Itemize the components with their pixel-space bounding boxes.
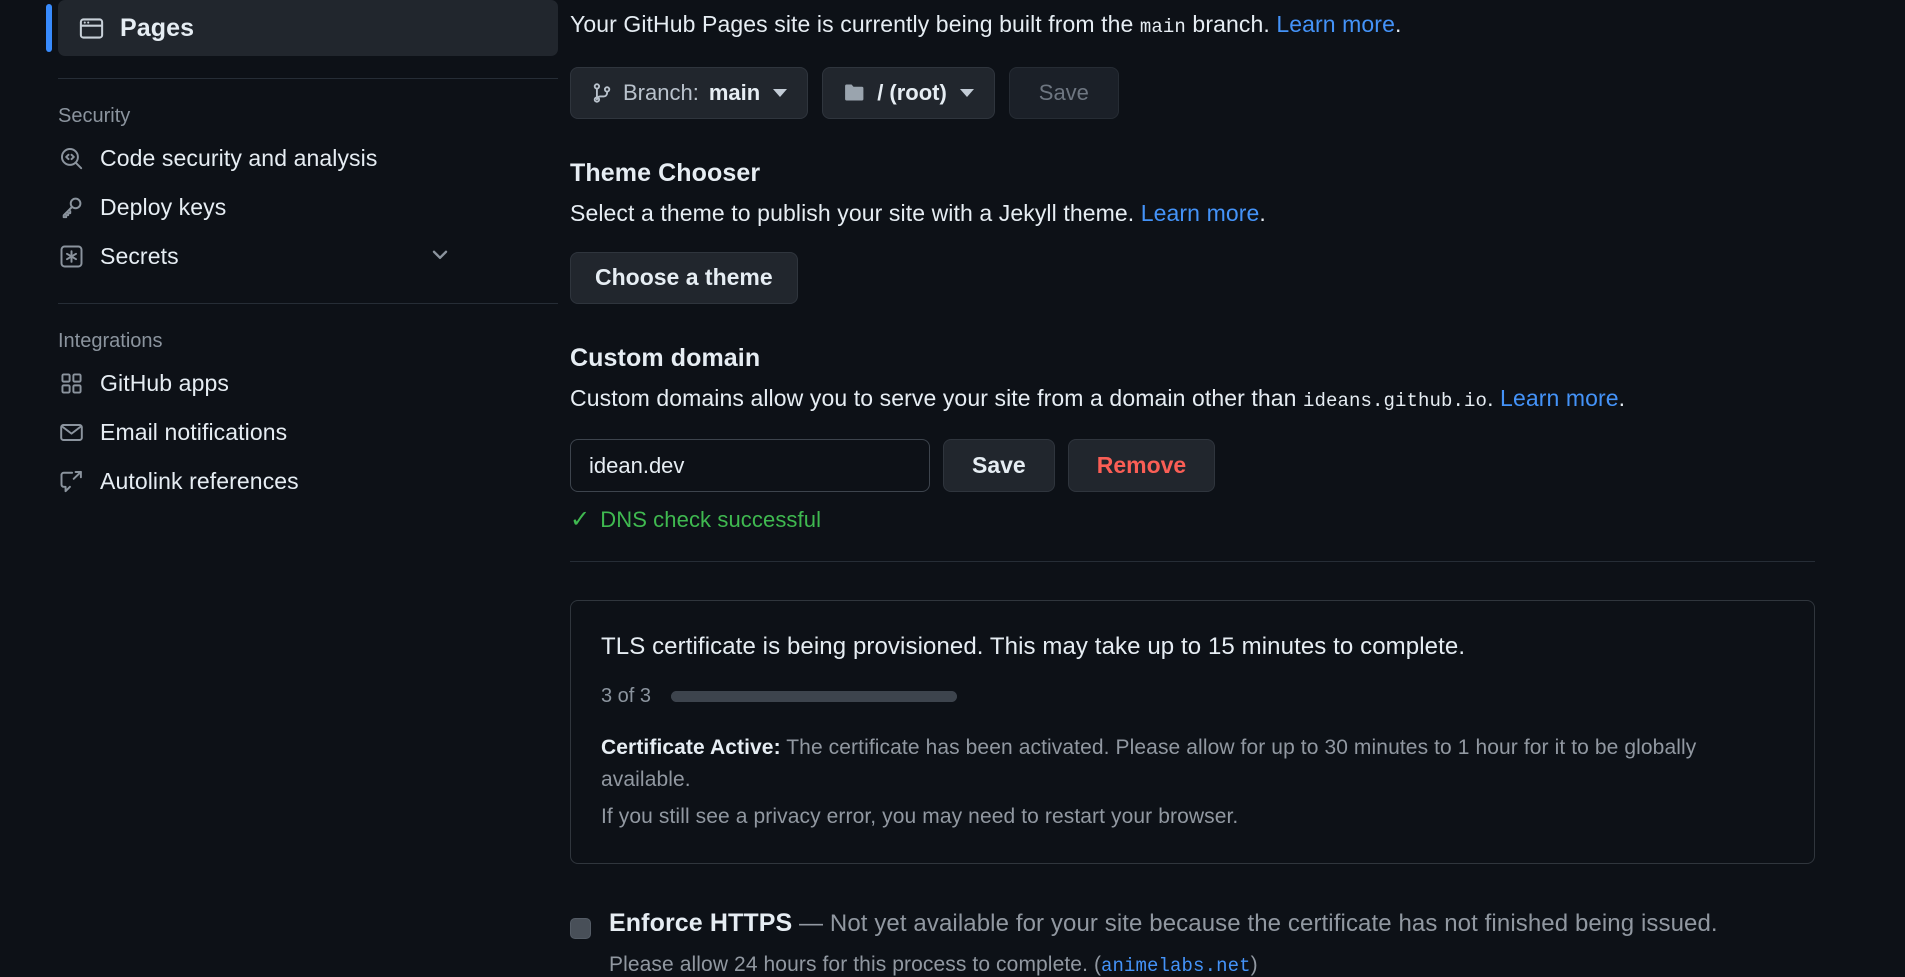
custom-domain-title: Custom domain [570, 343, 761, 372]
content-divider [570, 561, 1815, 563]
source-save-button[interactable]: Save [1008, 66, 1119, 119]
build-status-suffix: branch. [1185, 11, 1277, 37]
key-icon [58, 195, 84, 221]
enforce-https-section: Enforce HTTPS — Not yet available for yo… [570, 909, 1815, 977]
folder-select-button[interactable]: / (root) [822, 66, 995, 119]
pages-settings-main: Your GitHub Pages site is currently bein… [570, 0, 1905, 977]
dns-check-status: ✓ DNS check successful [570, 507, 1815, 533]
chevron-down-icon [959, 88, 974, 97]
certificate-headline: TLS certificate is being provisioned. Th… [601, 633, 1466, 661]
sidebar-item-label: Pages [120, 13, 195, 42]
code-scan-icon [58, 146, 84, 172]
sidebar-item-label: Code security and analysis [100, 145, 378, 171]
progress-bar-fill [671, 691, 958, 703]
custom-domain-section: Custom domain Custom domains allow you t… [570, 344, 1815, 534]
apps-grid-icon [58, 371, 84, 397]
external-link-icon [58, 469, 84, 495]
https-line1-after: ) [1250, 952, 1258, 976]
tls-certificate-panel: TLS certificate is being provisioned. Th… [570, 600, 1815, 864]
git-branch-icon [591, 82, 613, 104]
certificate-active-note: Certificate Active: The certificate has … [601, 732, 1784, 795]
theme-chooser-description: Select a theme to publish your site with… [570, 197, 1815, 230]
sidebar-item-github-apps[interactable]: GitHub apps [0, 359, 570, 408]
sidebar-item-label: GitHub apps [100, 370, 229, 396]
sidebar-item-label: Secrets [100, 243, 179, 269]
sidebar-item-code-security-and-analysis[interactable]: Code security and analysis [0, 134, 570, 183]
custom-domain-desc-text: Custom domains allow you to serve your s… [570, 384, 1304, 411]
build-status-period: . [1394, 11, 1402, 37]
check-icon: ✓ [570, 506, 591, 534]
theme-chooser-period: . [1259, 199, 1266, 226]
progress-count-label: 3 of 3 [601, 685, 652, 708]
custom-domain-remove-button[interactable]: Remove [1067, 439, 1216, 493]
default-domain-code: ideans.github.io [1303, 389, 1488, 412]
active-indicator-bar [46, 4, 52, 52]
asterisk-box-icon [58, 244, 84, 270]
certificate-progress-row: 3 of 3 [601, 685, 1784, 708]
build-branch-code: main [1139, 16, 1186, 38]
custom-domain-input[interactable] [570, 439, 930, 493]
certificate-restart-note: If you still see a privacy error, you ma… [601, 805, 1239, 829]
enforce-https-domain-link[interactable]: animelabs.net [1101, 955, 1251, 977]
settings-sidebar: Pages Security Code security and analysi… [0, 0, 570, 977]
theme-chooser-title: Theme Chooser [570, 158, 761, 187]
choose-a-theme-button[interactable]: Choose a theme [570, 251, 798, 304]
sidebar-section-title-security: Security [58, 105, 131, 127]
sidebar-item-label: Autolink references [100, 468, 299, 494]
enforce-https-dash-note: — Not yet available for your site becaus… [792, 909, 1718, 937]
custom-domain-desc-mid: . [1487, 384, 1501, 411]
github-pages-settings-page: Pages Security Code security and analysi… [0, 0, 1905, 977]
sidebar-item-label: Email notifications [100, 419, 288, 445]
sidebar-item-label: Deploy keys [100, 194, 227, 220]
build-status-learn-more-link[interactable]: Learn more [1276, 11, 1395, 37]
branch-select-button[interactable]: Branch: main [570, 66, 809, 119]
theme-chooser-section: Theme Chooser Select a theme to publish … [570, 159, 1815, 304]
chevron-down-icon [773, 88, 788, 97]
progress-bar-track [671, 691, 958, 703]
sidebar-section-title-integrations: Integrations [58, 330, 163, 352]
custom-domain-period: . [1618, 384, 1626, 411]
sidebar-item-secrets[interactable]: Secrets [0, 232, 570, 281]
enforce-https-label: Enforce HTTPS [609, 908, 793, 937]
theme-chooser-learn-more-link[interactable]: Learn more [1141, 200, 1260, 226]
certificate-active-label: Certificate Active: [601, 736, 781, 760]
source-controls-row: Branch: main / (root) Save [570, 66, 1815, 119]
build-status-text: Your GitHub Pages site is currently bein… [570, 0, 1815, 42]
browser-window-icon [78, 15, 104, 41]
enforce-https-checkbox[interactable] [570, 917, 591, 939]
dns-check-label: DNS check successful [600, 507, 822, 533]
branch-value-label: main [708, 79, 761, 105]
sidebar-item-deploy-keys[interactable]: Deploy keys [0, 183, 570, 232]
custom-domain-description: Custom domains allow you to serve your s… [570, 382, 1815, 416]
enforce-https-line-1: Please allow 24 hours for this process t… [609, 949, 1815, 977]
build-status-prefix: Your GitHub Pages site is currently bein… [570, 11, 1140, 37]
chevron-down-icon[interactable] [428, 242, 452, 271]
https-line1-before: Please allow 24 hours for this process t… [609, 952, 1102, 976]
folder-icon [843, 81, 867, 105]
enforce-https-heading: Enforce HTTPS — Not yet available for yo… [609, 909, 1815, 938]
theme-chooser-desc-text: Select a theme to publish your site with… [570, 199, 1141, 226]
custom-domain-form-row: Save Remove [570, 439, 1815, 493]
custom-domain-learn-more-link[interactable]: Learn more [1500, 385, 1619, 411]
folder-value-label: / (root) [877, 79, 947, 105]
sidebar-item-email-notifications[interactable]: Email notifications [0, 408, 570, 457]
custom-domain-save-button[interactable]: Save [943, 439, 1055, 493]
sidebar-item-autolink-references[interactable]: Autolink references [0, 457, 570, 506]
branch-prefix-label: Branch: [623, 79, 699, 105]
sidebar-item-pages[interactable]: Pages [46, 0, 558, 56]
mail-icon [58, 420, 84, 446]
